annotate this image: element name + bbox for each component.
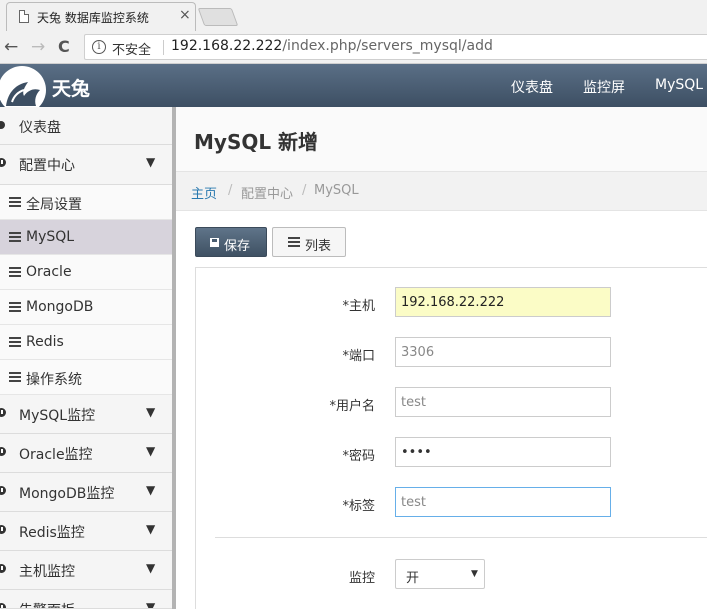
dot-icon [0, 121, 5, 129]
url-path: /index.php/servers_mysql/add [282, 38, 493, 54]
breadcrumb-home[interactable]: 主页 [191, 183, 217, 202]
chevron-down-icon: ▼ [146, 561, 156, 575]
password-field[interactable] [395, 437, 611, 467]
brand-name: 天兔 [52, 78, 91, 100]
sidebar-item-label: 主机监控 [19, 564, 75, 580]
breadcrumb-separator: / [228, 183, 233, 198]
gauge-icon [0, 603, 6, 608]
topnav-dashboard[interactable]: 仪表盘 [511, 77, 553, 97]
floppy-icon [210, 238, 219, 247]
sidebar-item-oracle[interactable]: Oracle [0, 255, 172, 290]
sidebar-item-oracle-monitor[interactable]: Oracle监控 ▼ [0, 434, 172, 473]
sidebar-item-host-monitor[interactable]: 主机监控 ▼ [0, 551, 172, 590]
sidebar-item-label: MongoDB [26, 299, 94, 315]
monitor-select-value: 开 [406, 571, 420, 586]
monitor-label: 监控 [348, 571, 375, 586]
list-icon [9, 267, 21, 277]
monitor-select[interactable]: 开 ▼ [395, 559, 485, 589]
sidebar-item-label: Oracle监控 [19, 447, 93, 463]
sidebar-item-label: 操作系统 [26, 372, 82, 388]
form-divider [215, 537, 707, 538]
sidebar-item-alarm-panel[interactable]: 告警面板 ▼ [0, 590, 172, 609]
chevron-down-icon: ▼ [146, 600, 156, 609]
sidebar-item-label: 全局设置 [26, 197, 82, 213]
address-separator [163, 40, 164, 55]
sidebar-item-os[interactable]: 操作系统 [0, 360, 172, 395]
sidebar-item-mysql[interactable]: MySQL [0, 220, 172, 255]
username-field[interactable] [395, 387, 611, 417]
list-button-label: 列表 [305, 239, 332, 254]
list-icon [9, 372, 21, 382]
info-icon[interactable]: i [92, 40, 106, 54]
gauge-icon [0, 564, 6, 573]
sidebar-item-label: MongoDB监控 [19, 486, 115, 502]
reload-icon[interactable]: C [58, 37, 70, 57]
sidebar-item-label: 配置中心 [19, 158, 75, 174]
host-field[interactable] [395, 287, 611, 317]
gauge-icon [0, 158, 6, 167]
tab-title: 天兔 数据库监控系统 [37, 11, 149, 25]
topnav-monitor-screen[interactable]: 监控屏 [583, 77, 625, 97]
sidebar-item-label: Redis监控 [19, 525, 85, 541]
chevron-down-icon: ▼ [146, 483, 156, 497]
browser-tab[interactable]: 天兔 数据库监控系统 × [6, 2, 196, 31]
sidebar-item-global-settings[interactable]: 全局设置 [0, 185, 172, 220]
list-button[interactable]: 列表 [272, 227, 346, 257]
address-bar[interactable]: i 不安全 192.168.22.222/index.php/servers_m… [84, 34, 707, 60]
gauge-icon [0, 408, 6, 417]
url-host: 192.168.22.222 [171, 38, 283, 54]
gauge-icon [0, 486, 6, 495]
chevron-down-icon: ▼ [146, 155, 156, 169]
list-icon [9, 232, 21, 242]
port-field[interactable] [395, 337, 611, 367]
breadcrumb-mysql: MySQL [314, 183, 359, 198]
sidebar-item-redis-monitor[interactable]: Redis监控 ▼ [0, 512, 172, 551]
chevron-down-icon: ▼ [471, 569, 478, 579]
page-title: MySQL 新增 [194, 130, 319, 154]
list-icon [9, 302, 21, 312]
security-label[interactable]: 不安全 [112, 39, 151, 58]
breadcrumb-separator: / [302, 183, 307, 198]
port-label: *端口 [342, 349, 375, 364]
user-label: *用户名 [329, 399, 375, 414]
sidebar-item-mysql-monitor[interactable]: MySQL监控 ▼ [0, 395, 172, 434]
save-button-label: 保存 [224, 239, 251, 254]
sidebar-item-label: Redis [26, 334, 64, 350]
forward-arrow-icon[interactable]: → [31, 37, 45, 57]
breadcrumb-config-center[interactable]: 配置中心 [241, 183, 293, 202]
list-icon [9, 337, 21, 347]
page-icon [19, 10, 29, 23]
sidebar-item-mongodb[interactable]: MongoDB [0, 290, 172, 325]
sidebar-item-label: Oracle [26, 264, 72, 280]
gauge-icon [0, 525, 6, 534]
sidebar-item-config-center[interactable]: 配置中心 ▼ [0, 145, 172, 185]
browser-tab-strip: 天兔 数据库监控系统 × [0, 0, 707, 31]
sidebar-item-redis[interactable]: Redis [0, 325, 172, 360]
url-text[interactable]: 192.168.22.222/index.php/servers_mysql/a… [171, 38, 493, 54]
tag-label: *标签 [342, 499, 375, 514]
list-icon [9, 197, 21, 207]
gauge-icon [0, 447, 6, 456]
sidebar-item-mongodb-monitor[interactable]: MongoDB监控 ▼ [0, 473, 172, 512]
browser-toolbar: ← → C i 不安全 192.168.22.222/index.php/ser… [0, 31, 707, 64]
host-label: *主机 [342, 299, 375, 314]
sidebar: 仪表盘 配置中心 ▼ 全局设置 MySQL Oracle MongoDB Red… [0, 107, 176, 609]
sidebar-item-dashboard[interactable]: 仪表盘 [0, 107, 172, 145]
tag-field[interactable] [395, 487, 611, 517]
chevron-down-icon: ▼ [146, 405, 156, 419]
sidebar-item-label: 仪表盘 [19, 120, 61, 136]
back-arrow-icon[interactable]: ← [4, 37, 18, 57]
sidebar-item-label: MySQL [26, 229, 75, 245]
save-button[interactable]: 保存 [195, 227, 267, 257]
sidebar-item-label: MySQL监控 [19, 408, 96, 424]
breadcrumb: 主页 / 配置中心 / MySQL [176, 171, 707, 211]
sidebar-item-label: 告警面板 [19, 600, 75, 608]
password-label: *密码 [342, 449, 375, 464]
list-icon [288, 237, 300, 247]
chevron-down-icon: ▼ [146, 522, 156, 536]
chevron-down-icon: ▼ [146, 444, 156, 458]
new-tab-button[interactable] [197, 8, 239, 26]
topnav-mysql[interactable]: MySQL [655, 77, 703, 93]
close-icon[interactable]: × [179, 7, 191, 23]
